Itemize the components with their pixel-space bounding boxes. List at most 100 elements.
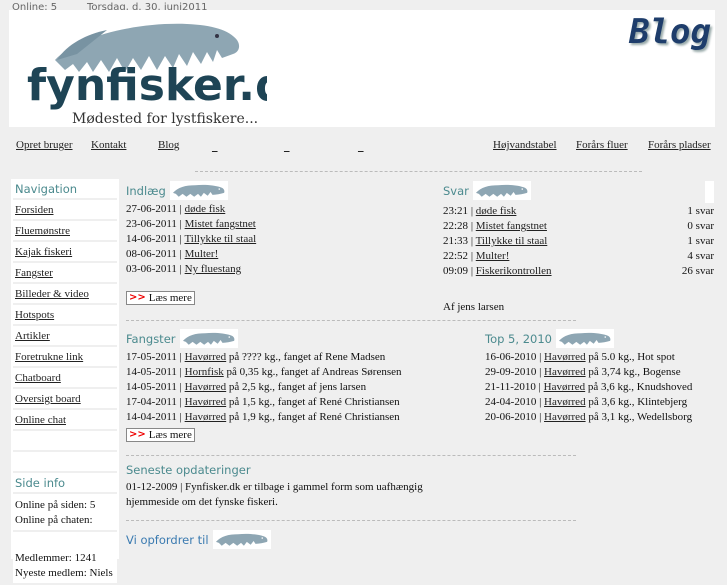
nav-empty-2[interactable]: _: [284, 141, 290, 153]
sidebar-item-forsiden[interactable]: Forsiden: [15, 204, 54, 216]
catch-date: 14-05-2011: [126, 366, 177, 378]
svg-text:Mødested for lystfiskere...: Mødested for lystfiskere...: [72, 111, 258, 126]
nav-empty-3[interactable]: _: [358, 141, 364, 153]
nav-empty-1[interactable]: _: [212, 141, 218, 153]
svar-author: Af jens larsen: [443, 301, 505, 313]
fish-species-link[interactable]: Havørred: [185, 381, 227, 393]
newest-member: Nyeste medlem: Niels: [15, 567, 113, 579]
fish-species-link[interactable]: Havørred: [544, 396, 586, 408]
fangster-row: 14-04-2011 | Havørred på 1,9 kg., fanget…: [126, 410, 476, 425]
side-info-title: Side info: [13, 475, 117, 494]
site-logo[interactable]: fynfisker.dk Mødested for lystfiskere...: [17, 14, 318, 127]
reply-link[interactable]: Multer!: [476, 250, 510, 262]
encourage-title-text: Vi opfordrer til: [126, 532, 209, 547]
svar-left: 23:21 | døde fisk: [443, 204, 516, 219]
fangster-row: 14-05-2011 | Havørred på 2,5 kg., fanget…: [126, 380, 476, 395]
post-link[interactable]: døde fisk: [185, 203, 226, 215]
fangster-section: Fangster 17-05-2011 | Havørred på ???? k…: [126, 329, 476, 442]
page-title: Blog: [629, 12, 711, 52]
update-line: hjemmeside om det fynske fiskeri.: [126, 496, 278, 508]
encourage-title: Vi opfordrer til: [126, 530, 426, 549]
fangster-row: 14-05-2011 | Hornfisk på 0,35 kg., fange…: [126, 365, 476, 380]
separator: |: [536, 396, 545, 408]
sidebar-item-foretrukne-link[interactable]: Foretrukne link: [15, 351, 83, 363]
side-info-online: Online på siden: 5 Online på chaten:: [13, 496, 117, 532]
reply-link[interactable]: Mistet fangstnet: [476, 220, 547, 232]
fish-species-link[interactable]: Havørred: [185, 351, 227, 363]
separator: |: [176, 263, 185, 275]
reply-link[interactable]: Fiskerikontrollen: [476, 265, 552, 277]
catch-details: på ???? kg., fanget af Rene Madsen: [226, 351, 386, 363]
updates-title: Seneste opdateringer: [126, 463, 251, 477]
separator: |: [468, 265, 476, 277]
post-link[interactable]: Mistet fangstnet: [185, 218, 256, 230]
indlaeg-read-more-button[interactable]: >> Læs mere: [126, 291, 195, 305]
catch-details: på 2,5 kg., fanget af jens larsen: [226, 381, 367, 393]
indlaeg-row: 27-06-2011 | døde fisk: [126, 202, 426, 217]
top5-row: 29-09-2010 | Havørred på 3,74 kg., Bogen…: [485, 365, 725, 380]
fish-species-link[interactable]: Havørred: [544, 366, 586, 378]
fish-species-link[interactable]: Havørred: [185, 411, 227, 423]
sidebar-item-online-chat[interactable]: Online chat: [15, 414, 66, 426]
fish-icon: [169, 181, 228, 200]
catch-details: på 3,6 kg., Klintebjerg: [585, 396, 688, 408]
indlaeg-row: 14-06-2011 | Tillykke til staal: [126, 232, 426, 247]
sidebar-empty-row: [13, 433, 117, 452]
nav-opret-bruger[interactable]: Opret bruger: [16, 139, 73, 151]
top5-title-text: Top 5, 2010: [485, 331, 552, 346]
svar-left: 22:28 | Mistet fangstnet: [443, 219, 547, 234]
catch-date: 21-11-2010: [485, 381, 536, 393]
post-link[interactable]: Tillykke til staal: [184, 233, 256, 245]
fish-species-link[interactable]: Havørred: [185, 396, 227, 408]
sidebar-item-billeder-video[interactable]: Billeder & video: [15, 288, 89, 300]
separator: |: [176, 381, 185, 393]
sidebar-item-chatboard[interactable]: Chatboard: [15, 372, 61, 384]
sidebar-item-fangster[interactable]: Fangster: [15, 267, 53, 279]
fish-species-link[interactable]: Havørred: [544, 381, 586, 393]
nav-foraars-fluer[interactable]: Forårs fluer: [576, 139, 628, 151]
svar-left: 22:52 | Multer!: [443, 249, 509, 264]
fangster-read-more-button[interactable]: >> Læs mere: [126, 428, 195, 442]
sidebar-item-fluemonstre[interactable]: Fluemønstre: [15, 225, 70, 237]
fish-icon: [555, 329, 614, 348]
sidebar-item-oversigt-board[interactable]: Oversigt board: [15, 393, 81, 405]
sidebar-item-artikler[interactable]: Artikler: [15, 330, 50, 342]
reply-link[interactable]: døde fisk: [476, 205, 517, 217]
online-site-count: Online på siden: 5: [15, 499, 96, 511]
top5-title: Top 5, 2010: [485, 329, 725, 348]
reply-count: 4 svar: [687, 250, 714, 262]
nav-kontakt[interactable]: Kontakt: [91, 139, 126, 151]
catch-details: på 3,74 kg., Bogense: [585, 366, 681, 378]
separator: |: [176, 203, 185, 215]
svar-left: 09:09 | Fiskerikontrollen: [443, 264, 552, 279]
divider: [126, 520, 576, 521]
fangster-row: 17-05-2011 | Havørred på ???? kg., fange…: [126, 350, 476, 365]
sidebar-item-hotspots[interactable]: Hotspots: [15, 309, 54, 321]
separator: |: [176, 218, 185, 230]
post-link[interactable]: Multer!: [185, 248, 219, 260]
reply-time: 21:33: [443, 235, 469, 247]
fish-icon: [212, 530, 271, 549]
fish-species-link[interactable]: Hornfisk: [185, 366, 224, 378]
nav-blog[interactable]: Blog: [158, 139, 179, 151]
catch-details: på 0,35 kg., fanget af Andreas Sørensen: [223, 366, 402, 378]
top5-row: 21-11-2010 | Havørred på 3,6 kg., Knudsh…: [485, 380, 725, 395]
arrow-icon: >>: [129, 292, 146, 303]
fish-species-link[interactable]: Havørred: [544, 351, 586, 363]
post-link[interactable]: Ny fluestang: [185, 263, 242, 275]
fish-species-link[interactable]: Havørred: [544, 411, 586, 423]
separator: |: [176, 396, 185, 408]
nav-foraars-pladser[interactable]: Forårs pladser: [648, 139, 711, 151]
divider: [126, 455, 576, 456]
sidebar-item-kajak-fiskeri[interactable]: Kajak fiskeri: [15, 246, 72, 258]
reply-time: 23:21: [443, 205, 469, 217]
encourage-section: Vi opfordrer til: [126, 530, 426, 549]
nav-hojvandstabel[interactable]: Højvandstabel: [493, 139, 557, 151]
separator: |: [176, 248, 185, 260]
indlaeg-title-text: Indlæg: [126, 183, 166, 198]
separator: |: [176, 411, 185, 423]
white-marker: [705, 181, 714, 203]
top5-row: 16-06-2010 | Havørred på 5.0 kg., Hot sp…: [485, 350, 725, 365]
reply-link[interactable]: Tillykke til staal: [476, 235, 548, 247]
top5-section: Top 5, 2010 16-06-2010 | Havørred på 5.0…: [485, 329, 725, 425]
